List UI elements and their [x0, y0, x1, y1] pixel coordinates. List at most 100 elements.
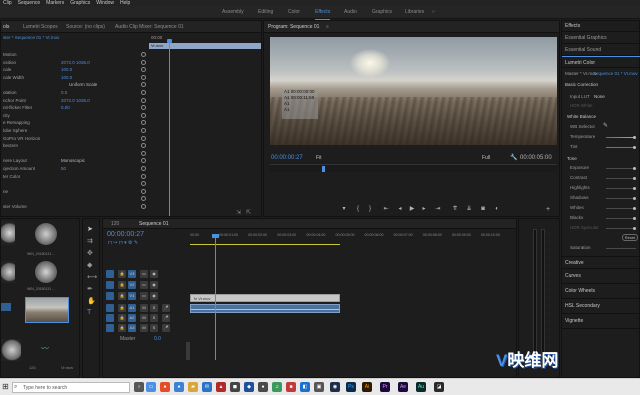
tone-slider[interactable] — [606, 197, 636, 200]
workspace-color[interactable]: Color — [288, 6, 300, 19]
tone-slider-knob[interactable] — [633, 217, 636, 220]
track-lock-icon[interactable]: 🔒 — [118, 304, 126, 312]
solo-button[interactable]: S — [150, 324, 158, 332]
effect-property-row[interactable]: ter Color — [1, 173, 149, 180]
tint-knob[interactable] — [633, 146, 636, 149]
mark-in-icon[interactable]: { — [354, 206, 362, 213]
mark-out-icon[interactable]: } — [366, 206, 374, 213]
effect-property-row[interactable]: ne — [1, 188, 149, 195]
go-to-out-icon[interactable]: ⇥ — [434, 206, 442, 213]
add-marker-icon[interactable]: ▾ — [340, 206, 348, 213]
windows-start-icon[interactable]: ⊞ — [2, 382, 9, 391]
mute-button[interactable]: M — [140, 314, 148, 322]
section-curves[interactable]: Curves — [562, 270, 640, 284]
temperature-knob[interactable] — [633, 136, 636, 139]
extract-icon[interactable]: ⇊ — [465, 206, 473, 213]
effects-header[interactable]: Effects — [562, 20, 640, 32]
mini-timeline-clip[interactable]: Vr.mov — [149, 43, 261, 49]
effect-property-row[interactable]: cale 100.0 — [1, 66, 149, 73]
effect-property-value[interactable]: 0.0 — [61, 89, 67, 96]
tone-slider-knob[interactable] — [633, 177, 636, 180]
effect-property-row[interactable]: nere Layout Monoscopic — [1, 157, 149, 164]
reset-parameter-icon[interactable] — [141, 196, 146, 202]
tab-source[interactable]: Source: (no clips) — [66, 21, 105, 33]
toggle-output-icon[interactable]: ◉ — [150, 292, 158, 300]
program-menu-icon[interactable]: ≡ — [326, 21, 329, 33]
reset-parameter-icon[interactable] — [141, 105, 146, 111]
reset-parameter-icon[interactable] — [141, 158, 146, 164]
razor-tool-icon[interactable]: ◆ — [87, 261, 92, 269]
workspace-overflow-icon[interactable]: » — [432, 6, 435, 19]
cortana-icon[interactable]: ○ — [134, 382, 144, 392]
fit-dropdown[interactable]: Fit — [316, 155, 322, 161]
track-source-patch[interactable] — [106, 324, 114, 332]
app-icon-grey[interactable]: ● — [258, 382, 268, 392]
timeline-ruler[interactable]: 00:00 00:00:01:00 00:00:02:00 00:00:03:00 00… — [190, 233, 516, 243]
timeline-timecode[interactable]: 00:00:00:27 — [107, 231, 144, 238]
reset-button[interactable]: Reset — [622, 234, 638, 241]
effect-property-row[interactable]: city — [1, 112, 149, 119]
taskbar-search-input[interactable]: Type here to search — [12, 382, 130, 393]
track-target-v3[interactable]: V3 — [128, 270, 136, 278]
selection-tool-icon[interactable]: ➤ — [87, 225, 93, 233]
project-thumb-3[interactable] — [1, 261, 15, 283]
track-select-tool-icon[interactable]: ⇉ — [87, 237, 93, 245]
effect-property-value[interactable]: 100.0 — [61, 66, 72, 73]
project-sequence-icon[interactable] — [1, 303, 11, 311]
app-icon-dark-2[interactable]: ◪ — [434, 382, 444, 392]
reset-parameter-icon[interactable] — [141, 74, 146, 80]
tab-audio-clip-mixer[interactable]: Audio Clip Mixer: Sequence 01 — [115, 21, 184, 33]
reset-parameter-icon[interactable] — [141, 59, 146, 65]
track-lock-icon[interactable]: 🔒 — [118, 314, 126, 322]
timeline-playhead-handle[interactable] — [212, 234, 219, 238]
master-track-value[interactable]: 0.0 — [154, 336, 161, 342]
spotify-icon[interactable]: ♫ — [272, 382, 282, 392]
tab-lumetri-scopes[interactable]: Lumetri Scopes — [23, 21, 58, 33]
effect-property-value[interactable]: 2072.0 1036.0 — [61, 59, 90, 66]
reset-parameter-icon[interactable] — [141, 128, 146, 133]
reset-parameter-icon[interactable] — [141, 143, 146, 149]
timeline-playhead[interactable] — [215, 236, 216, 360]
app-icon-navy[interactable]: ◉ — [330, 382, 340, 392]
firefox-icon[interactable]: ● — [160, 382, 170, 392]
effect-property-row[interactable]: GoPro VR Horizon — [1, 135, 149, 142]
reset-parameter-icon[interactable] — [141, 204, 146, 209]
white-balance-header[interactable]: White Balance — [562, 112, 640, 121]
effect-property-row[interactable] — [1, 150, 149, 157]
hand-tool-icon[interactable]: ✋ — [87, 297, 96, 305]
tone-slider[interactable] — [606, 207, 636, 210]
app-icon-blue[interactable]: ◆ — [244, 382, 254, 392]
tone-header[interactable]: Tone — [562, 154, 640, 163]
reset-parameter-icon[interactable] — [141, 97, 146, 103]
track-source-patch[interactable] — [106, 304, 114, 312]
effect-property-row[interactable] — [1, 180, 149, 187]
audio-clip-vr-mov[interactable] — [190, 304, 340, 313]
mute-button[interactable]: M — [140, 304, 148, 312]
effect-property-row[interactable]: otation 0.0 — [1, 89, 149, 96]
premiere-icon[interactable]: Pr — [380, 382, 390, 392]
timeline-vertical-scroll[interactable] — [186, 342, 190, 360]
reset-parameter-icon[interactable] — [141, 82, 146, 88]
mini-timeline-playhead[interactable] — [169, 41, 170, 216]
effect-property-value[interactable]: 100.0 — [61, 74, 72, 81]
program-playhead[interactable] — [322, 166, 325, 172]
track-target-a1[interactable]: A1 — [128, 304, 136, 312]
reset-parameter-icon[interactable] — [141, 135, 146, 141]
wrench-icon[interactable]: 🔧 — [510, 154, 517, 161]
voice-over-icon[interactable]: 🎤 — [162, 304, 170, 312]
workspace-libraries[interactable]: Libraries — [405, 6, 424, 19]
workspace-effects[interactable]: Effects — [315, 6, 331, 20]
effect-property-row[interactable]: Uniform Scale — [1, 81, 149, 88]
temperature-slider[interactable] — [606, 136, 636, 139]
reset-parameter-icon[interactable] — [141, 52, 146, 57]
track-source-patch[interactable] — [106, 292, 114, 300]
effect-property-row[interactable]: ster Volume — [1, 203, 149, 210]
track-lock-icon[interactable]: 🔒 — [118, 281, 126, 289]
play-icon[interactable]: ▶ — [408, 206, 416, 213]
tone-slider-knob[interactable] — [633, 197, 636, 200]
tone-slider[interactable] — [606, 187, 636, 190]
tone-slider-knob[interactable] — [633, 167, 636, 170]
track-lock-icon[interactable]: 🔒 — [118, 270, 126, 278]
effect-property-value[interactable]: Uniform Scale — [69, 81, 97, 88]
track-target-a3[interactable]: A3 — [128, 324, 136, 332]
